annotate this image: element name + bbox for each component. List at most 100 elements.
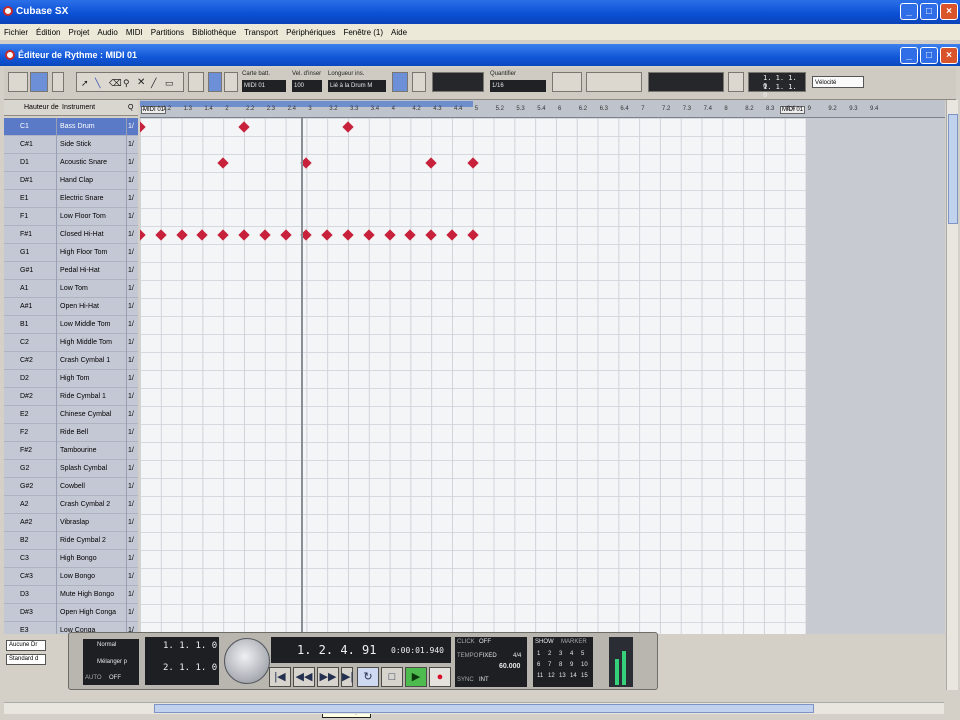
list-item[interactable]: C3 High Bongo 1/ xyxy=(4,550,138,568)
list-item[interactable]: C1 Bass Drum 1/ xyxy=(4,118,138,136)
list-item[interactable]: D3 Mute High Bongo 1/ xyxy=(4,586,138,604)
return-to-zero-icon[interactable]: |◀ xyxy=(269,667,291,687)
maximize-icon[interactable]: □ xyxy=(920,3,938,20)
list-item[interactable]: F#1 Closed Hi-Hat 1/ xyxy=(4,226,138,244)
close-icon[interactable]: × xyxy=(940,3,958,20)
timeline-ruler[interactable]: MIDI 01 MIDI 01 1 1.2 1.3 1.4 2 2.2 2.3 2.4 3 3.2… xyxy=(140,100,945,118)
pointer-tool-icon[interactable]: ➚ xyxy=(81,78,89,89)
list-item[interactable]: A#1 Open Hi-Hat 1/ xyxy=(4,298,138,316)
drum-hit[interactable] xyxy=(425,157,437,169)
list-item[interactable]: D#2 Ride Cymbal 1 1/ xyxy=(4,388,138,406)
drum-hit[interactable] xyxy=(342,121,354,133)
vertical-scroll-thumb[interactable] xyxy=(948,114,958,224)
show-info-icon[interactable] xyxy=(392,72,408,92)
controller-select[interactable]: Vélocité xyxy=(812,76,864,88)
vertical-scrollbar[interactable] xyxy=(946,100,958,690)
position-time[interactable]: 0:00:01.940 xyxy=(391,646,444,655)
drum-grid[interactable] xyxy=(140,118,806,634)
drum-hit[interactable] xyxy=(363,229,375,241)
menu-item[interactable]: Bibliothèque xyxy=(192,28,236,37)
list-item[interactable]: C2 High Middle Tom 1/ xyxy=(4,334,138,352)
marker-button[interactable]: 7 xyxy=(548,662,551,668)
drum-hit[interactable] xyxy=(238,121,250,133)
marker-button[interactable]: 1 xyxy=(537,651,540,657)
cycle-mode-select[interactable]: Mélanger p xyxy=(97,659,127,665)
marker-button[interactable]: 14 xyxy=(570,673,577,679)
list-item[interactable]: G1 High Floor Tom 1/ xyxy=(4,244,138,262)
minimize-icon[interactable]: _ xyxy=(900,47,918,64)
marker-button[interactable]: 9 xyxy=(570,662,573,668)
marker-button[interactable]: 6 xyxy=(537,662,540,668)
drum-map-select[interactable]: MIDI 01 xyxy=(242,80,286,92)
close-icon[interactable]: × xyxy=(940,47,958,64)
play-icon[interactable]: ▶ xyxy=(405,667,427,687)
menu-item[interactable]: MIDI xyxy=(126,28,143,37)
list-item[interactable]: D1 Acoustic Snare 1/ xyxy=(4,154,138,172)
menu-item[interactable]: Partitions xyxy=(151,28,184,37)
marker-button[interactable]: 13 xyxy=(559,673,566,679)
tempo-mode[interactable]: FIXED xyxy=(479,653,497,659)
drum-hit[interactable] xyxy=(217,157,229,169)
go-to-end-icon[interactable]: ▶| xyxy=(341,667,353,687)
drum-hit[interactable] xyxy=(446,229,458,241)
marker-button[interactable]: 11 xyxy=(537,673,543,679)
drum-hit[interactable] xyxy=(342,229,354,241)
drum-hit[interactable] xyxy=(467,157,479,169)
quantize-setup-icon[interactable] xyxy=(552,72,582,92)
menu-item[interactable]: Transport xyxy=(244,28,278,37)
names-mode-select[interactable]: Standard d xyxy=(6,654,46,665)
horizontal-scrollbar[interactable] xyxy=(4,702,944,714)
list-item[interactable]: B1 Low Middle Tom 1/ xyxy=(4,316,138,334)
left-locator[interactable]: 1. 1. 1. 0 xyxy=(163,641,217,651)
marker-button[interactable]: 3 xyxy=(559,651,562,657)
list-item[interactable]: F#2 Tambourine 1/ xyxy=(4,442,138,460)
time-signature[interactable]: 4/4 xyxy=(513,653,521,659)
solo-icon[interactable] xyxy=(8,72,28,92)
list-item[interactable]: G2 Splash Cymbal 1/ xyxy=(4,460,138,478)
drum-hit[interactable] xyxy=(383,229,396,241)
feedback-icon[interactable] xyxy=(30,72,48,92)
list-item[interactable]: C#1 Side Stick 1/ xyxy=(4,136,138,154)
step-input-buttons[interactable] xyxy=(586,72,642,92)
quantize-column-header[interactable]: Q xyxy=(128,104,133,111)
list-item[interactable]: D#3 Open High Conga 1/ xyxy=(4,604,138,622)
drum-hit[interactable] xyxy=(467,229,479,241)
list-item[interactable]: D#1 Hand Clap 1/ xyxy=(4,172,138,190)
marker-button[interactable]: 8 xyxy=(559,662,562,668)
list-item[interactable]: G#2 Cowbell 1/ xyxy=(4,478,138,496)
click-value[interactable]: OFF xyxy=(479,639,491,645)
autoscroll-icon[interactable] xyxy=(188,72,204,92)
drum-hit[interactable] xyxy=(155,229,167,241)
list-item[interactable]: D2 High Tom 1/ xyxy=(4,370,138,388)
shuttle-jog-knob[interactable] xyxy=(224,638,270,684)
outside-part-area[interactable] xyxy=(806,118,945,634)
rewind-icon[interactable]: ◀◀ xyxy=(293,667,315,687)
pitch-header[interactable]: Hauteur de xyxy=(24,104,59,111)
global-quantize-icon[interactable] xyxy=(224,72,238,92)
drum-hit[interactable] xyxy=(140,121,146,133)
position-bars[interactable]: 1. 2. 4. 91 xyxy=(297,643,376,657)
instrument-header[interactable]: Instrument xyxy=(62,104,95,111)
marker-button[interactable]: 15 xyxy=(581,673,588,679)
drumstick-tool-icon[interactable]: ╲ xyxy=(95,78,100,89)
menu-item[interactable]: Audio xyxy=(97,28,117,37)
menu-item[interactable]: Fichier xyxy=(4,28,28,37)
mute-tool-icon[interactable]: ✕ xyxy=(137,77,145,88)
maximize-icon[interactable]: □ xyxy=(920,47,938,64)
drum-hit[interactable] xyxy=(259,229,271,241)
eraser-tool-icon[interactable]: ⌫ xyxy=(109,78,122,89)
menu-item[interactable]: Fenêtre (1) xyxy=(343,28,383,37)
marker-button[interactable]: 4 xyxy=(570,651,573,657)
list-item[interactable]: G#1 Pedal Hi-Hat 1/ xyxy=(4,262,138,280)
info-icon[interactable] xyxy=(52,72,64,92)
loop-icon[interactable] xyxy=(412,72,426,92)
list-item[interactable]: C#3 Low Bongo 1/ xyxy=(4,568,138,586)
marker-button[interactable]: 5 xyxy=(581,651,584,657)
record-icon[interactable]: ● xyxy=(429,667,451,687)
line-tool-icon[interactable]: ╱ xyxy=(151,78,156,89)
snap-icon[interactable] xyxy=(208,72,222,92)
marker-button[interactable]: 10 xyxy=(581,662,588,668)
list-item[interactable]: B2 Ride Cymbal 2 1/ xyxy=(4,532,138,550)
list-item[interactable]: A2 Crash Cymbal 2 1/ xyxy=(4,496,138,514)
list-item[interactable]: F1 Low Floor Tom 1/ xyxy=(4,208,138,226)
